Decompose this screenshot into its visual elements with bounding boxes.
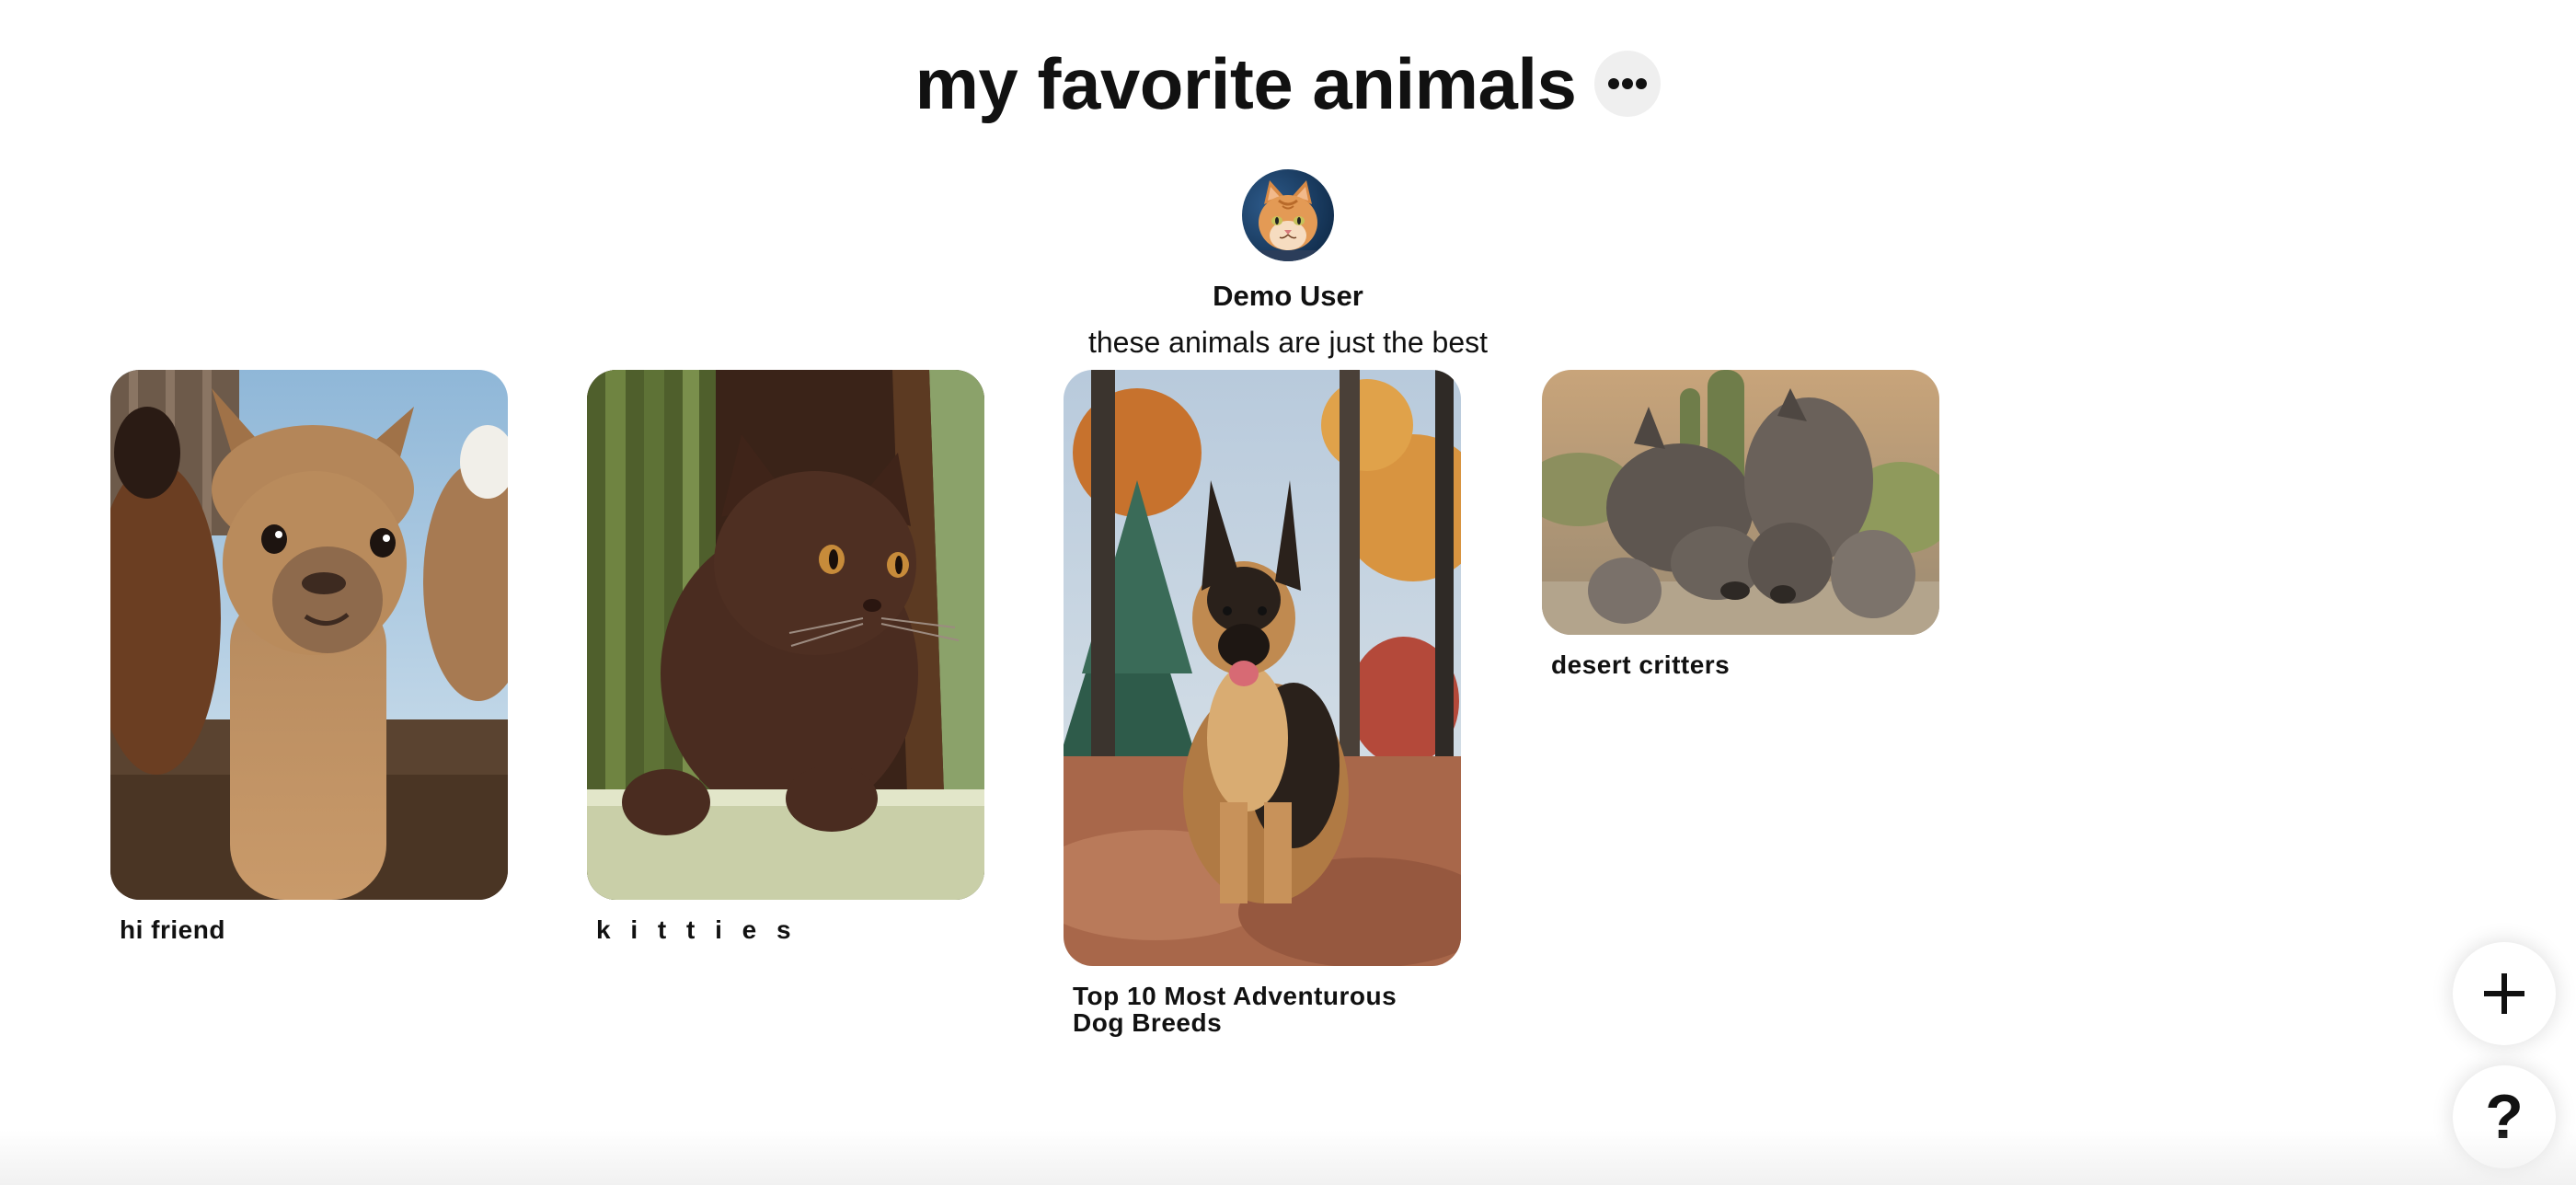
cat-avatar-image [1242,169,1334,261]
board-header: my favorite animals Demo User these anim… [0,33,2576,362]
german-shepherd-photo [1064,370,1461,966]
pin-card[interactable]: Top 10 Most Adventurous Dog Breeds [1064,370,1461,1036]
pin-image[interactable] [587,370,984,900]
plus-icon [2484,973,2524,1014]
pin-title[interactable]: k i t t i e s [596,916,975,943]
board-description: these animals are just the best [1087,326,1488,359]
bottom-fade [0,1130,2576,1185]
brown-kitten-photo [587,370,984,900]
title-row: my favorite animals [915,33,1662,134]
add-pin-button[interactable] [2453,942,2556,1045]
board-page: my favorite animals Demo User these anim… [0,0,2576,1185]
board-title: my favorite animals [914,43,1577,124]
alpaca-photo [110,370,508,900]
ellipsis-icon [1608,78,1648,89]
pin-title[interactable]: Top 10 Most Adventurous Dog Breeds [1073,983,1452,1036]
pin-image[interactable] [1542,370,1939,635]
owner-name[interactable]: Demo User [1213,278,1363,315]
pin-title[interactable]: desert critters [1551,651,1930,678]
javelinas-photo [1542,370,1939,635]
pin-image[interactable] [1064,370,1461,966]
owner-avatar[interactable] [1242,169,1334,261]
more-options-button[interactable] [1594,51,1662,117]
pin-card[interactable]: desert critters [1542,370,1939,678]
pin-card[interactable]: hi friend [110,370,508,943]
pin-image[interactable] [110,370,508,900]
pin-title[interactable]: hi friend [120,916,499,943]
pin-card[interactable]: k i t t i e s [587,370,984,943]
